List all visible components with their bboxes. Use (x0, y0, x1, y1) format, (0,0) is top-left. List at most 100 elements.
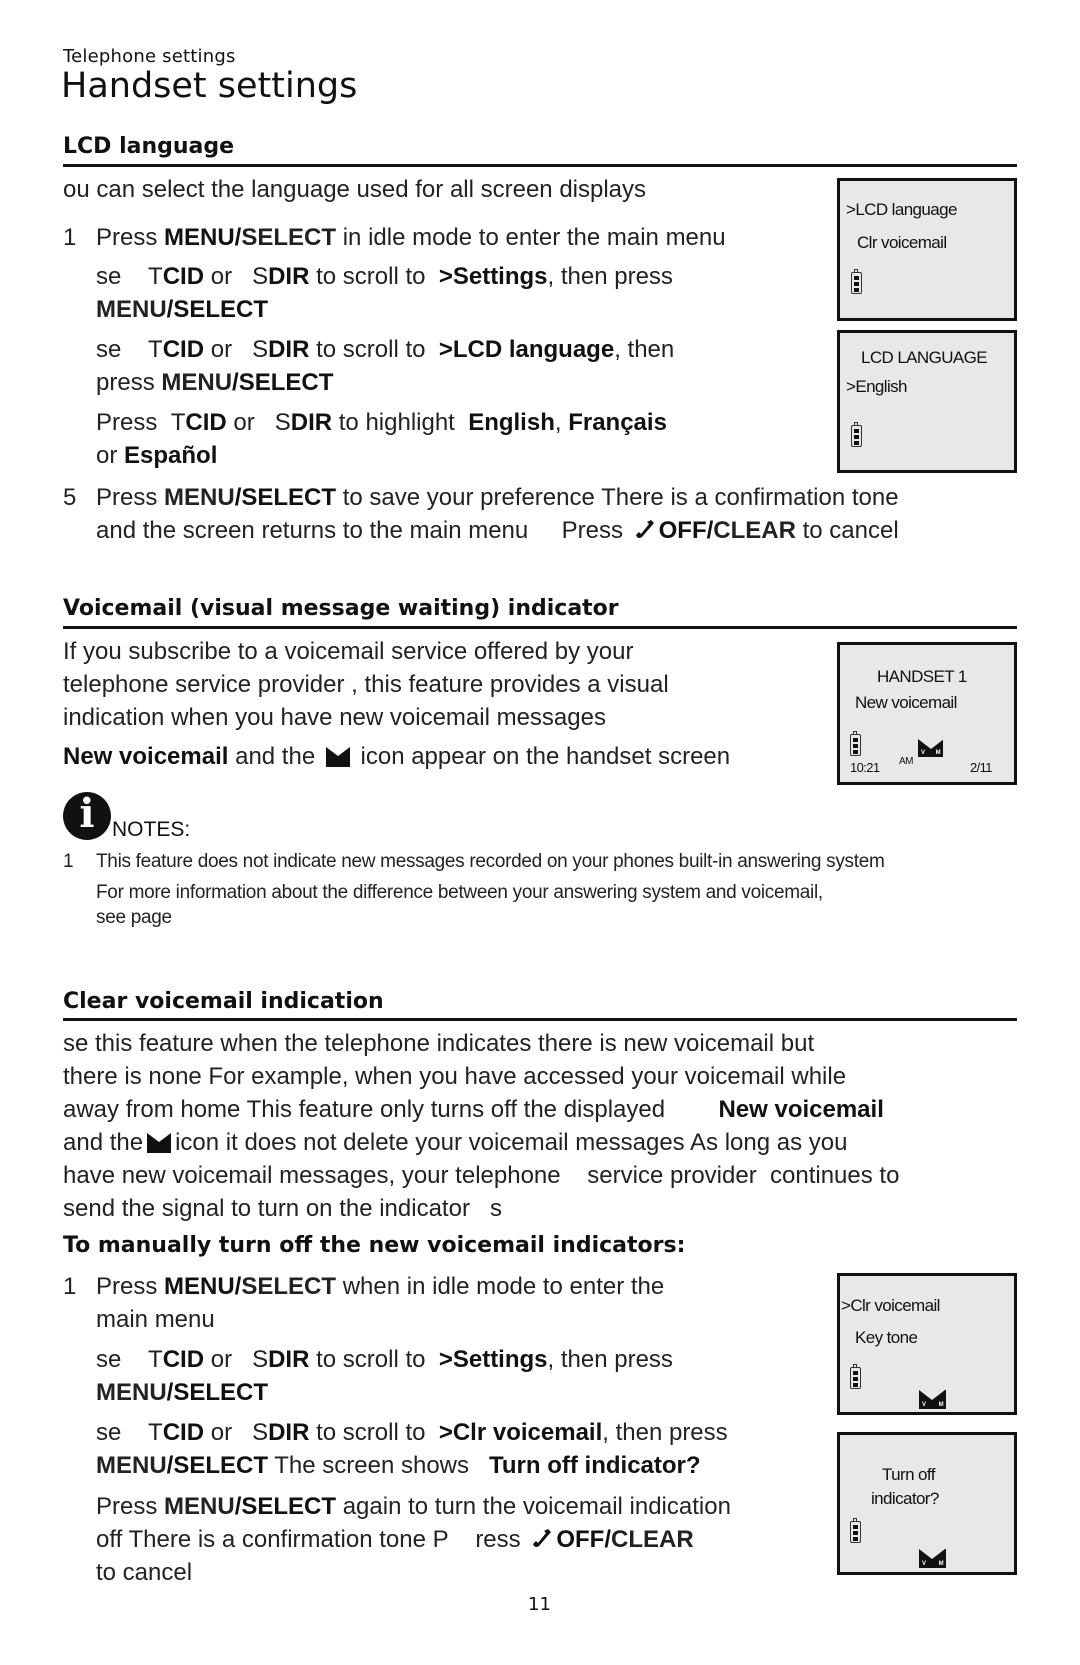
para-text: away from home This feature only turns o… (63, 1096, 666, 1123)
step-text: , then press (547, 1346, 673, 1373)
lcd-screen-turn-off: Turn off indicator? VM (837, 1432, 1017, 1575)
language-option: Français (568, 409, 667, 436)
step-text: to scroll to (309, 1419, 433, 1446)
key-label: /SELECT (234, 1493, 337, 1520)
step-text: to cancel (795, 517, 899, 544)
key-label: MENU (161, 369, 233, 396)
para-line: have new voicemail messages, your teleph… (63, 1162, 900, 1189)
step-text: se (96, 263, 129, 290)
step-text: again to turn the voicemail indication (336, 1493, 731, 1520)
para-line: If you subscribe to a voicemail service … (63, 638, 634, 665)
menu-item: >LCD language (438, 336, 615, 363)
voicemail-envelope-icon: VM (919, 1390, 946, 1409)
section-rule (63, 1018, 1017, 1021)
note-item: see page (63, 906, 1023, 931)
battery-icon (850, 1364, 861, 1389)
key-label: MENU (96, 1452, 167, 1479)
arrow-glyph: T (148, 336, 163, 363)
battery-icon (851, 269, 862, 294)
note-number: 1 (63, 851, 74, 872)
key-label: DIR (268, 1346, 310, 1373)
step-number: 5 (63, 484, 77, 511)
lcd-step-3: se TCID or SDIR to scroll to >LCD langua… (63, 333, 823, 399)
key-label: MENU (164, 1493, 235, 1520)
para-text: icon it does not delete your voicemail m… (175, 1129, 848, 1156)
para-line: se this feature when the telephone indic… (63, 1030, 815, 1057)
arrow-glyph: T (148, 263, 163, 290)
step-text: main menu (96, 1306, 215, 1333)
arrow-glyph: T (170, 409, 186, 436)
step-text: to scroll to (309, 336, 433, 363)
lcd-step-5: 5 Press MENU/SELECT to save your prefere… (63, 481, 983, 547)
step-text: Press (561, 517, 630, 544)
key-label: CID (162, 1346, 205, 1373)
para-line: telephone service provider , this featur… (63, 671, 669, 698)
step-text: or (96, 442, 125, 469)
note-text: see page (96, 907, 172, 928)
page-number: 11 (528, 1594, 551, 1615)
lcd-screen-clr-voicemail: >Clr voicemail Key tone VM (837, 1273, 1017, 1415)
battery-icon (850, 1518, 861, 1543)
step-text: and the screen returns to the main menu (96, 517, 529, 544)
voicemail-envelope-icon (147, 1133, 172, 1153)
voicemail-envelope-icon (325, 747, 350, 767)
key-label: MENU (96, 1379, 167, 1406)
step-text: or (204, 1346, 239, 1373)
lcd-ampm: AM (899, 756, 913, 767)
screen-message: Turn off indicator? (489, 1452, 701, 1479)
lcd-line: Clr voicemail (857, 233, 947, 252)
step-text: ress (475, 1526, 528, 1553)
arrow-glyph: S (252, 336, 269, 363)
lcd-line: >Clr voicemail (841, 1296, 940, 1315)
lcd-line: >LCD language (846, 200, 957, 219)
key-label: SELECT (241, 224, 337, 251)
arrow-glyph: S (252, 1346, 269, 1373)
step-text: in idle mode to enter the main menu (336, 224, 726, 251)
lcd-screen-menu: >LCD language Clr voicemail (837, 178, 1017, 321)
key-label: /SELECT (166, 1379, 269, 1406)
key-label: MENU (164, 484, 235, 511)
key-label: /SELECT (166, 1452, 269, 1479)
arrow-glyph: S (252, 263, 269, 290)
note-item: For more information about the differenc… (63, 881, 1023, 906)
off-phone-icon (635, 520, 654, 538)
clear-voicemail-para: se this feature when the telephone indic… (63, 1027, 1023, 1225)
key-label: DIR (268, 1419, 310, 1446)
menu-item: >Settings (438, 263, 548, 290)
section-kicker: Telephone settings (63, 46, 236, 67)
note-item: 1 This feature does not indicate new mess… (63, 850, 1023, 881)
step-text: se (96, 336, 129, 363)
step-text: off There is a confirmation tone P (96, 1526, 449, 1553)
step-text: , (554, 409, 569, 436)
battery-icon (850, 731, 861, 756)
lcd-language-heading: LCD language (63, 134, 235, 159)
key-label: CID (162, 263, 205, 290)
lcd-step-4: Press TCID or SDIR to highlight English,… (63, 406, 823, 472)
lcd-language-intro: ou can select the language used for all … (63, 176, 647, 203)
lcd-date: 2/11 (970, 760, 993, 775)
para-line: indication when you have new voicemail m… (63, 704, 606, 731)
lcd-line: >English (846, 377, 907, 396)
menu-item: >Settings (438, 1346, 548, 1373)
step-text: The screen shows (268, 1452, 476, 1479)
lcd-screen-handset: HANDSET 1 New voicemail VM 10:21 AM 2/11 (837, 642, 1017, 785)
key-label: DIR (268, 336, 310, 363)
step-text: , then (614, 336, 675, 363)
lcd-line: indicator? (871, 1489, 939, 1508)
step-text: or (204, 1419, 239, 1446)
notes-label: NOTES: (112, 818, 191, 841)
step-text: se (96, 1346, 129, 1373)
key-label: CID (162, 1419, 205, 1446)
manual-steps-subheading: To manually turn off the new voicemail i… (63, 1233, 686, 1258)
language-option: English (468, 409, 555, 436)
lcd-line: Key tone (855, 1328, 918, 1347)
step-text: when in idle mode to enter the (336, 1273, 665, 1300)
lcd-line: New voicemail (855, 693, 957, 712)
key-label: MENU (96, 296, 167, 323)
icon-line: New voicemail and the icon appear on the… (63, 740, 823, 773)
page-title: Handset settings (61, 66, 358, 106)
step-text: Press (96, 1273, 165, 1300)
note-text: For more information about the differenc… (96, 882, 823, 903)
key-label: CID (185, 409, 227, 436)
lcd-line: HANDSET 1 (877, 667, 967, 686)
